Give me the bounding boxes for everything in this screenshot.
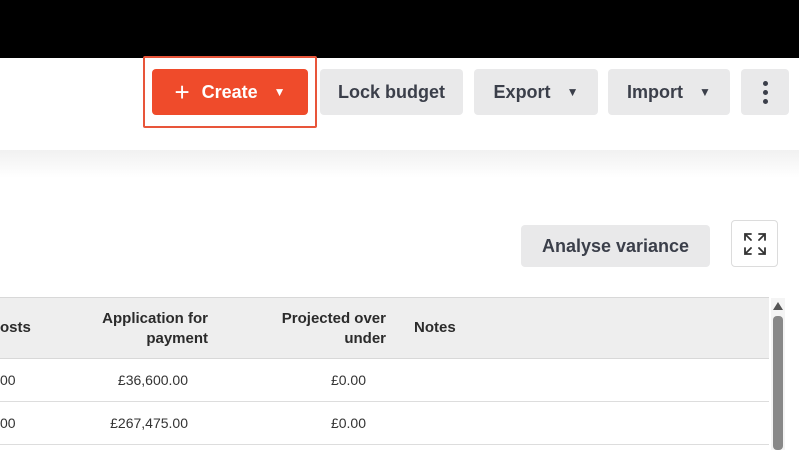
caret-down-icon: ▼ — [566, 85, 579, 99]
scroll-up-arrow-icon[interactable] — [773, 302, 783, 310]
cell-projected: £0.00 — [330, 372, 366, 388]
scroll-thumb[interactable] — [773, 316, 783, 450]
analyse-variance-button[interactable]: Analyse variance — [521, 225, 710, 267]
cell-costs: 00 — [0, 415, 16, 431]
header-projected-over-under: Projected over under — [281, 310, 386, 347]
expand-table-button[interactable] — [731, 220, 778, 267]
create-button[interactable]: + Create ▼ — [152, 69, 308, 115]
header-application-for-payment: Application for payment — [102, 310, 208, 347]
more-options-button[interactable] — [741, 69, 789, 115]
lock-budget-button[interactable]: Lock budget — [320, 69, 463, 115]
caret-down-icon: ▼ — [699, 85, 711, 99]
table-row[interactable]: 00 £36,600.00 £0.00 — [0, 359, 769, 402]
cell-application: £267,475.00 — [110, 415, 188, 431]
analyse-variance-label: Analyse variance — [541, 235, 690, 256]
kebab-menu-icon — [762, 80, 768, 104]
table-header: osts Application for payment Projected o… — [0, 297, 769, 359]
toolbar-shadow — [0, 150, 799, 178]
plus-icon: + — [174, 77, 190, 107]
expand-icon — [743, 232, 766, 255]
export-button[interactable]: Export ▼ — [474, 69, 598, 115]
top-black-bar — [0, 0, 799, 58]
import-label: Import — [627, 81, 684, 102]
create-button-label: Create — [201, 81, 258, 102]
table-row[interactable]: 00 £267,475.00 £0.00 — [0, 402, 769, 445]
table-scrollbar[interactable] — [771, 298, 785, 450]
cell-application: £36,600.00 — [117, 372, 188, 388]
header-notes: Notes — [414, 319, 456, 336]
caret-down-icon[interactable]: ▼ — [274, 85, 286, 99]
header-costs: osts — [0, 319, 31, 336]
lock-budget-label: Lock budget — [338, 81, 445, 102]
budget-table: osts Application for payment Projected o… — [0, 297, 769, 445]
cell-projected: £0.00 — [330, 415, 366, 431]
export-label: Export — [493, 81, 551, 102]
import-button[interactable]: Import ▼ — [608, 69, 730, 115]
cell-costs: 00 — [0, 372, 16, 388]
